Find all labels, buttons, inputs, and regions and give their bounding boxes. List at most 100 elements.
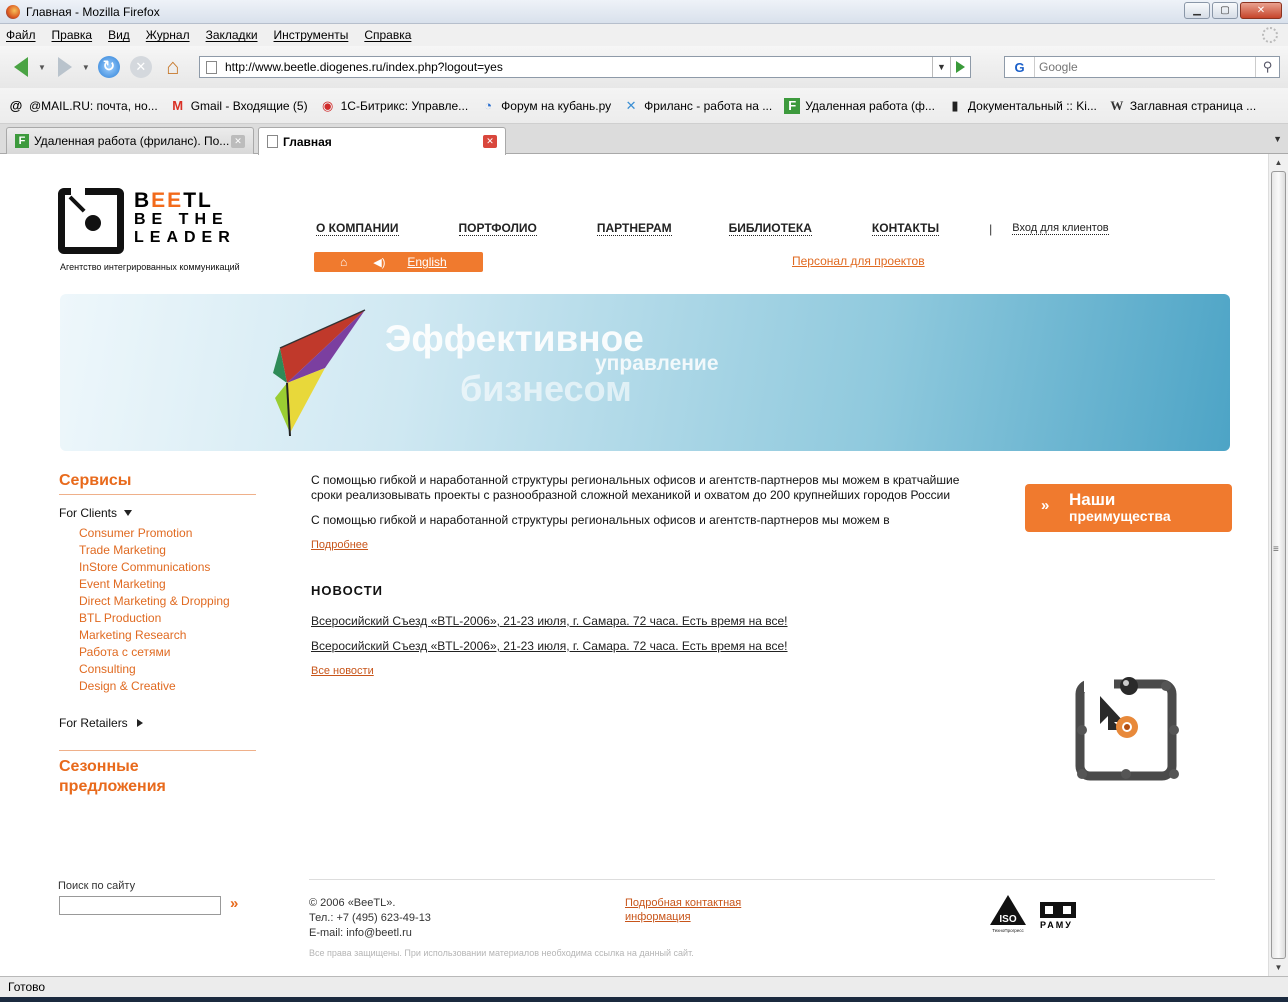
service-link[interactable]: InStore Communications: [79, 559, 230, 576]
seasonal-offers-link[interactable]: Сезонные предложения: [59, 757, 239, 797]
stop-button[interactable]: ✕: [126, 52, 156, 82]
nav-portfolio[interactable]: ПОРТФОЛИО: [458, 221, 537, 236]
throbber-icon: [1262, 27, 1278, 43]
service-link[interactable]: Consulting: [79, 661, 230, 678]
go-arrow-icon: [956, 61, 965, 73]
go-button[interactable]: [950, 57, 970, 77]
logo-line-3: LEADER: [134, 229, 236, 246]
bookmark-wikipedia[interactable]: W Заглавная страница ...: [1109, 98, 1256, 114]
back-history-dropdown[interactable]: ▼: [38, 63, 46, 72]
contact-info-link[interactable]: Подробная контактная информация: [625, 896, 765, 924]
tab-freelance[interactable]: F Удаленная работа (фриланс). По... ✕: [6, 127, 254, 154]
bookmark-fl[interactable]: F Удаленная работа (ф...: [784, 97, 935, 114]
hero-banner: Эффективное управление бизнесом: [60, 294, 1230, 451]
bookmark-bitrix[interactable]: ◉ 1С-Битрикс: Управле...: [320, 98, 469, 114]
forward-history-dropdown[interactable]: ▼: [82, 63, 90, 72]
bookmark-documentary[interactable]: ▮ Документальный :: Ki...: [947, 98, 1097, 114]
menu-bookmarks[interactable]: Закладки: [206, 28, 258, 42]
bookmark-gmail[interactable]: M Gmail - Входящие (5): [170, 98, 307, 114]
close-window-button[interactable]: ✕: [1240, 2, 1282, 19]
copyright: © 2006 «BeeTL».: [309, 897, 396, 909]
menu-view[interactable]: Вид: [108, 28, 130, 42]
nav-partners[interactable]: ПАРТНЕРАМ: [596, 221, 672, 236]
search-input[interactable]: [1035, 60, 1255, 74]
kuban-icon: ◔: [484, 98, 493, 113]
tab-home[interactable]: Главная ✕: [258, 127, 506, 155]
taskbar-strip: [0, 997, 1288, 1002]
tab-list-dropdown[interactable]: ▼: [1273, 134, 1282, 144]
for-retailers-label: For Retailers: [59, 716, 128, 730]
logo-line-2: BE THE: [134, 211, 229, 228]
url-text[interactable]: http://www.beetle.diogenes.ru/index.php?…: [225, 60, 503, 74]
for-clients-toggle[interactable]: For Clients: [59, 506, 133, 520]
more-link[interactable]: Подробнее: [311, 539, 368, 551]
back-button[interactable]: [6, 52, 36, 82]
close-tab-icon[interactable]: ✕: [483, 135, 497, 148]
logo-letter: TL: [183, 189, 213, 212]
nav-contacts[interactable]: КОНТАКТЫ: [871, 221, 940, 236]
nav-library[interactable]: БИБЛИОТЕКА: [728, 221, 812, 236]
at-icon: @: [9, 98, 23, 113]
firefox-icon: [6, 4, 20, 19]
service-link[interactable]: Design & Creative: [79, 678, 230, 695]
menu-history[interactable]: Журнал: [146, 28, 190, 42]
service-link[interactable]: Direct Marketing & Dropping: [79, 593, 230, 610]
sound-icon[interactable]: ◀): [373, 256, 385, 269]
email: E-mail: info@beetl.ru: [309, 927, 412, 939]
service-link[interactable]: BTL Production: [79, 610, 230, 627]
all-news-link[interactable]: Все новости: [311, 665, 374, 677]
ramu-mark-icon: [1040, 902, 1076, 918]
staff-link[interactable]: Персонал для проектов: [792, 254, 925, 268]
advantages-button[interactable]: » Наши преимущества: [1025, 484, 1232, 532]
bookmark-label: Фриланс - работа на ...: [644, 98, 773, 113]
news-item[interactable]: Всеросийский Съезд «BTL-2006», 21-23 июл…: [311, 639, 788, 653]
english-link[interactable]: English: [407, 255, 446, 269]
logo-tagline: Агентство интегрированных коммуникаций: [60, 262, 240, 272]
service-link[interactable]: Marketing Research: [79, 627, 230, 644]
service-link[interactable]: Consumer Promotion: [79, 525, 230, 542]
magnifier-icon[interactable]: ⚲: [1255, 57, 1279, 77]
vertical-scrollbar[interactable]: ▲ ≡ ▼: [1268, 154, 1288, 976]
bookmark-kuban[interactable]: ◔ Форум на кубань.ру: [480, 98, 611, 114]
service-link[interactable]: Trade Marketing: [79, 542, 230, 559]
bookmark-label: 1С-Битрикс: Управле...: [340, 98, 469, 113]
stop-icon: ✕: [129, 56, 152, 78]
news-item[interactable]: Всеросийский Съезд «BTL-2006», 21-23 июл…: [311, 614, 788, 628]
site-search-button[interactable]: »: [230, 895, 238, 912]
menu-help[interactable]: Справка: [364, 28, 411, 42]
for-retailers-toggle[interactable]: For Retailers: [59, 716, 143, 730]
client-login-link[interactable]: Вход для клиентов: [1012, 222, 1109, 235]
site-search-input[interactable]: [59, 896, 221, 915]
gmail-icon: M: [172, 98, 184, 113]
close-tab-icon[interactable]: ✕: [231, 135, 245, 148]
divider: [59, 494, 256, 495]
status-bar: Готово: [0, 976, 1288, 1002]
main-nav: О КОМПАНИИ ПОРТФОЛИО ПАРТНЕРАМ БИБЛИОТЕК…: [316, 221, 1109, 236]
reload-button[interactable]: ↻: [94, 52, 124, 82]
nav-about[interactable]: О КОМПАНИИ: [316, 221, 399, 236]
search-engine-selector[interactable]: G: [1005, 57, 1035, 77]
forward-button[interactable]: [50, 52, 80, 82]
menu-tools[interactable]: Инструменты: [274, 28, 349, 42]
scroll-down-arrow-icon[interactable]: ▼: [1269, 959, 1288, 976]
scroll-thumb[interactable]: [1271, 171, 1286, 959]
home-button[interactable]: ⌂: [158, 52, 188, 82]
minimize-button[interactable]: ▁: [1184, 2, 1210, 19]
url-history-dropdown[interactable]: ▼: [932, 57, 950, 77]
url-bar[interactable]: http://www.beetle.diogenes.ru/index.php?…: [199, 56, 971, 78]
bookmark-mailru[interactable]: @ @MAIL.RU: почта, но...: [8, 98, 158, 114]
home-icon[interactable]: ⌂: [340, 255, 347, 269]
scroll-up-arrow-icon[interactable]: ▲: [1269, 154, 1288, 171]
rights-notice: Все права защищены. При использовании ма…: [309, 948, 694, 958]
menu-file[interactable]: Файл: [6, 28, 36, 42]
bookmark-freelance[interactable]: ✕ Фриланс - работа на ...: [623, 98, 773, 114]
service-link[interactable]: Работа с сетями: [79, 644, 230, 661]
maximize-button[interactable]: ▢: [1212, 2, 1238, 19]
service-link[interactable]: Event Marketing: [79, 576, 230, 593]
menu-edit[interactable]: Правка: [52, 28, 93, 42]
services-title: Сервисы: [59, 472, 132, 489]
footer-divider: [309, 879, 1215, 880]
ramu-logo: РАМУ: [1040, 902, 1078, 934]
language-bar: ⌂ ◀) English: [314, 252, 483, 272]
beetl-3d-logo-icon: [1075, 676, 1179, 781]
